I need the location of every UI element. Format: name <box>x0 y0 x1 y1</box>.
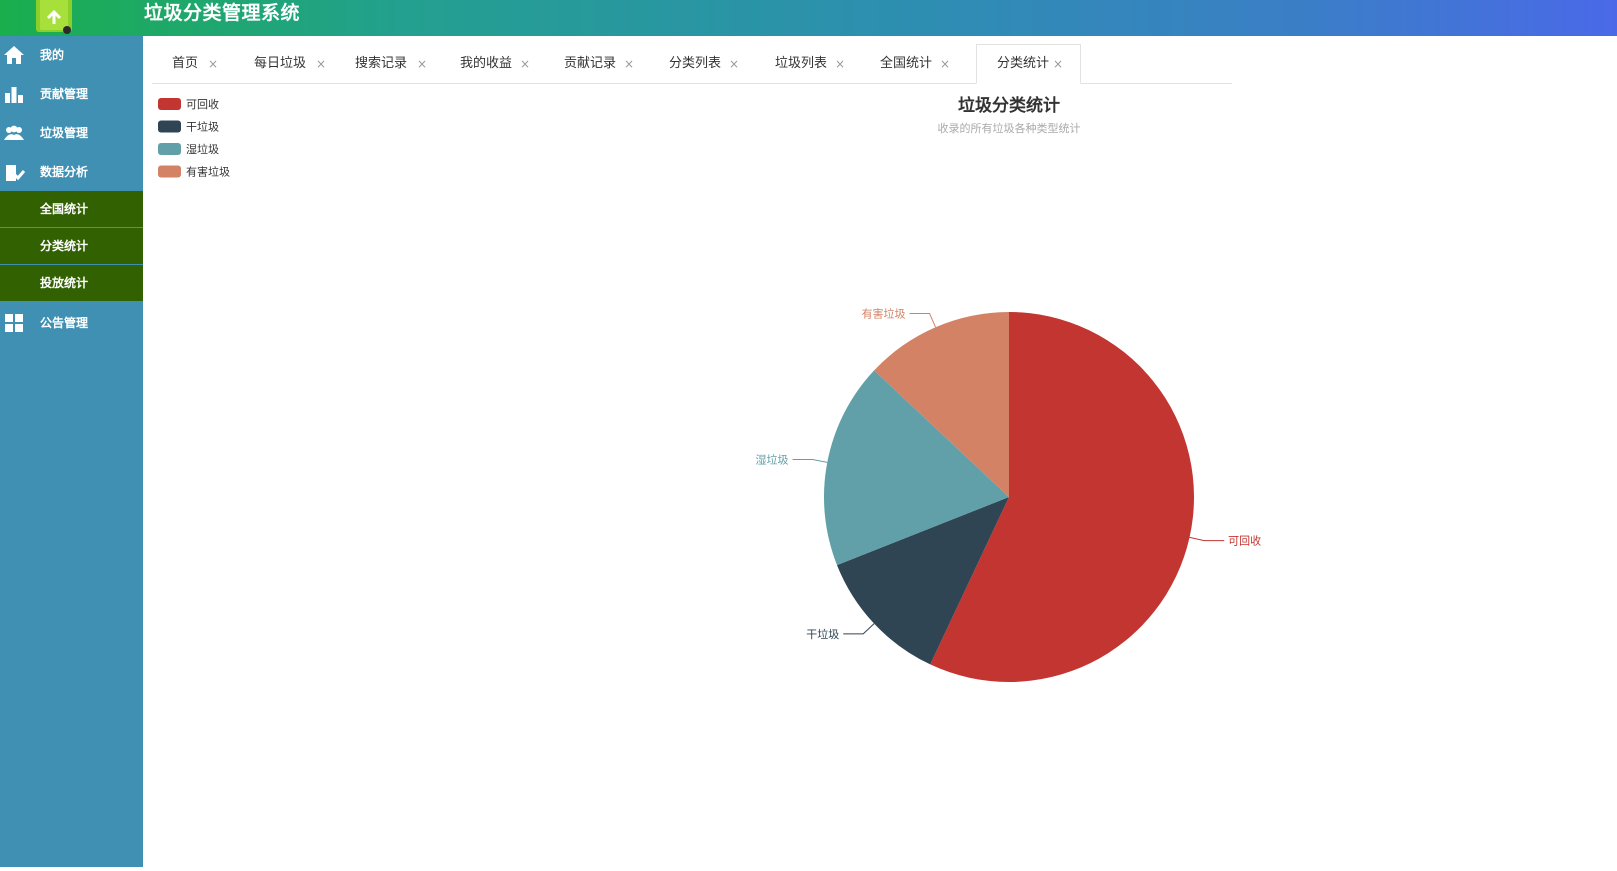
label-line <box>792 459 828 463</box>
legend-label: 干垃圾 <box>186 120 219 134</box>
legend-swatch <box>158 143 181 155</box>
legend-label: 可回收 <box>186 97 219 111</box>
legend-swatch <box>158 120 181 133</box>
chart-title: 垃圾分类统计 <box>958 95 1060 115</box>
label-line <box>1189 536 1225 542</box>
chart-area: 垃圾分类统计 收录的所有垃圾各种类型统计 可回收 干垃圾 湿垃圾 有害垃圾 可回收 干垃圾 湿垃… <box>0 0 1617 867</box>
slice-label: 干垃圾 <box>806 627 839 641</box>
legend-swatch <box>158 165 181 178</box>
label-line <box>909 312 936 328</box>
slice-label: 有害垃圾 <box>862 306 906 320</box>
chart-subtitle: 收录的所有垃圾各种类型统计 <box>938 121 1081 135</box>
label-line <box>843 623 875 635</box>
pie-chart: 垃圾分类统计收录的所有垃圾各种类型统计可回收干垃圾湿垃圾有害垃圾可回收干垃圾湿垃… <box>158 95 1261 682</box>
slice-label: 可回收 <box>1228 534 1261 548</box>
slice-label: 湿垃圾 <box>756 453 789 467</box>
legend-swatch <box>158 98 181 110</box>
legend-label: 有害垃圾 <box>186 165 230 179</box>
legend-label: 湿垃圾 <box>186 142 219 156</box>
